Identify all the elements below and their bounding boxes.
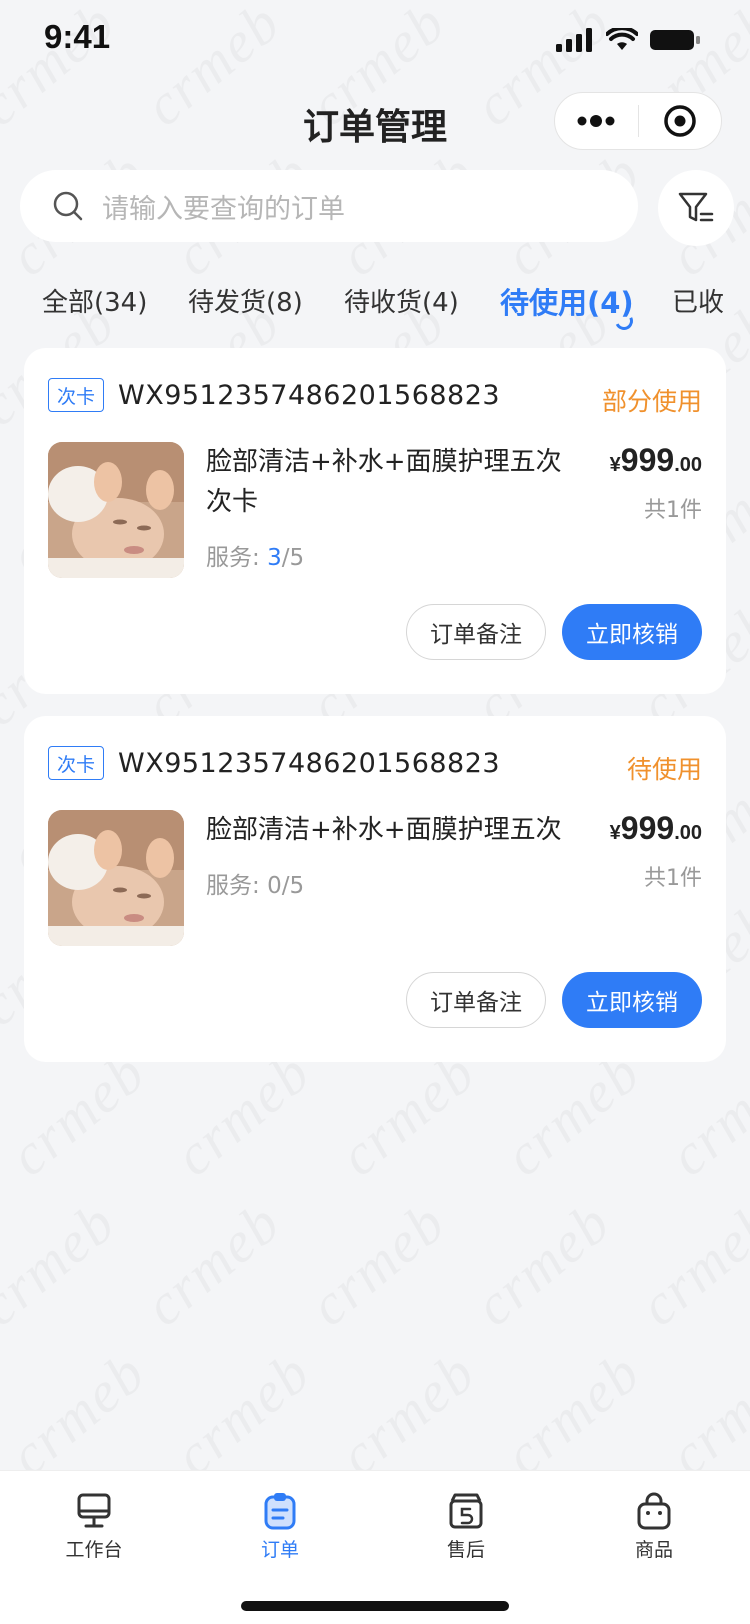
order-header: 次卡 WX9512357486201568823 [48, 378, 500, 412]
close-mini-program-button[interactable] [639, 93, 722, 149]
watermark-text: crmeb [657, 1338, 750, 1489]
tabbar-label: 订单 [260, 1539, 299, 1561]
currency-symbol: ¥ [609, 454, 621, 476]
product-thumbnail[interactable] [48, 810, 184, 946]
tab-pending-shipment[interactable]: 待发货(8) [188, 282, 303, 319]
status-time: 9:41 [44, 18, 111, 55]
tab-pending-use[interactable]: 待使用(4) [500, 282, 634, 322]
price-decimal: .00 [674, 822, 702, 844]
status-icons [556, 28, 702, 52]
tab-pending-receipt[interactable]: 待收货(4) [344, 282, 459, 319]
watermark-text: crmeb [327, 1338, 489, 1489]
bottom-tab-bar: 工作台 订单 售后 商品 [0, 1470, 750, 1624]
tabbar-label: 商品 [634, 1539, 673, 1561]
mini-program-capsule [554, 92, 722, 150]
tabbar-item-products[interactable]: 商品 [594, 1491, 714, 1562]
tabbar-item-workbench[interactable]: 工作台 [34, 1491, 154, 1562]
service-label: 服务: [206, 545, 260, 571]
price-integer: 999 [620, 810, 675, 846]
product-name[interactable]: 脸部清洁+补水+面膜护理五次 [206, 810, 586, 850]
signal-icon [556, 28, 592, 52]
watermark-text: crmeb [0, 1338, 158, 1489]
order-card[interactable]: 次卡 WX9512357486201568823 待使用 脸部清洁+补水+面膜护… [24, 716, 726, 1062]
currency-symbol: ¥ [609, 822, 621, 844]
verify-now-button[interactable]: 立即核销 [562, 972, 702, 1028]
filter-button[interactable] [658, 170, 734, 246]
order-status: 待使用 [626, 755, 702, 784]
product-name[interactable]: 脸部清洁+补水+面膜护理五次次卡 [206, 442, 586, 522]
filter-icon [678, 192, 714, 222]
watermark-text: crmeb [0, 1188, 128, 1339]
product-price: ¥999.00 [610, 442, 702, 479]
tab-received[interactable]: 已收 [672, 282, 724, 319]
service-progress: 服务: 3/5 [206, 538, 304, 572]
order-header: 次卡 WX9512357486201568823 [48, 746, 500, 780]
watermark-text: crmeb [297, 1188, 459, 1339]
order-card[interactable]: 次卡 WX9512357486201568823 部分使用 脸部清洁+补水+面膜… [24, 348, 726, 694]
battery-icon [650, 30, 700, 50]
more-dots-icon [577, 115, 615, 127]
return-box-icon [449, 1493, 483, 1529]
facial-treatment-image [48, 442, 184, 578]
tab-all[interactable]: 全部(34) [42, 282, 147, 319]
order-number: WX9512357486201568823 [118, 747, 501, 779]
search-placeholder: 请输入要查询的订单 [102, 193, 345, 225]
service-total: /5 [281, 873, 305, 899]
watermark-text: crmeb [627, 1188, 750, 1339]
service-used: 0 [267, 873, 282, 899]
service-used: 3 [267, 545, 282, 571]
search-input[interactable]: 请输入要查询的订单 [20, 170, 638, 242]
tabbar-item-orders[interactable]: 订单 [220, 1491, 340, 1562]
product-thumbnail[interactable] [48, 442, 184, 578]
more-button[interactable] [555, 93, 638, 149]
monitor-icon [77, 1493, 111, 1528]
price-decimal: .00 [674, 454, 702, 476]
order-status-tabs: 全部(34) 待发货(8) 待收货(4) 待使用(4) 已收 [0, 282, 750, 342]
product-quantity: 共1件 [644, 866, 702, 891]
price-integer: 999 [620, 442, 675, 478]
card-type-badge: 次卡 [48, 378, 104, 412]
tabbar-item-after-sales[interactable]: 售后 [406, 1491, 526, 1562]
card-type-badge: 次卡 [48, 746, 104, 780]
product-price: ¥999.00 [610, 810, 702, 847]
product-quantity: 共1件 [644, 498, 702, 523]
facial-treatment-image [48, 810, 184, 946]
clipboard-icon [264, 1493, 296, 1530]
watermark-text: crmeb [132, 1188, 294, 1339]
tabbar-label: 售后 [446, 1539, 485, 1561]
search-icon [53, 191, 83, 221]
home-indicator [241, 1601, 509, 1611]
service-label: 服务: [206, 873, 260, 899]
shopping-bag-icon [637, 1492, 671, 1530]
order-remark-button[interactable]: 订单备注 [406, 604, 546, 660]
order-number: WX9512357486201568823 [118, 379, 501, 411]
service-progress: 服务: 0/5 [206, 866, 304, 900]
watermark-text: crmeb [162, 1338, 324, 1489]
order-status: 部分使用 [601, 387, 702, 416]
wifi-icon [606, 28, 638, 50]
watermark-text: crmeb [462, 1188, 624, 1339]
service-total: /5 [281, 545, 305, 571]
status-bar: 9:41 [0, 0, 750, 80]
target-circle-icon [664, 105, 696, 137]
tabbar-label: 工作台 [65, 1539, 123, 1561]
verify-now-button[interactable]: 立即核销 [562, 604, 702, 660]
watermark-text: crmeb [492, 1338, 654, 1489]
order-remark-button[interactable]: 订单备注 [406, 972, 546, 1028]
